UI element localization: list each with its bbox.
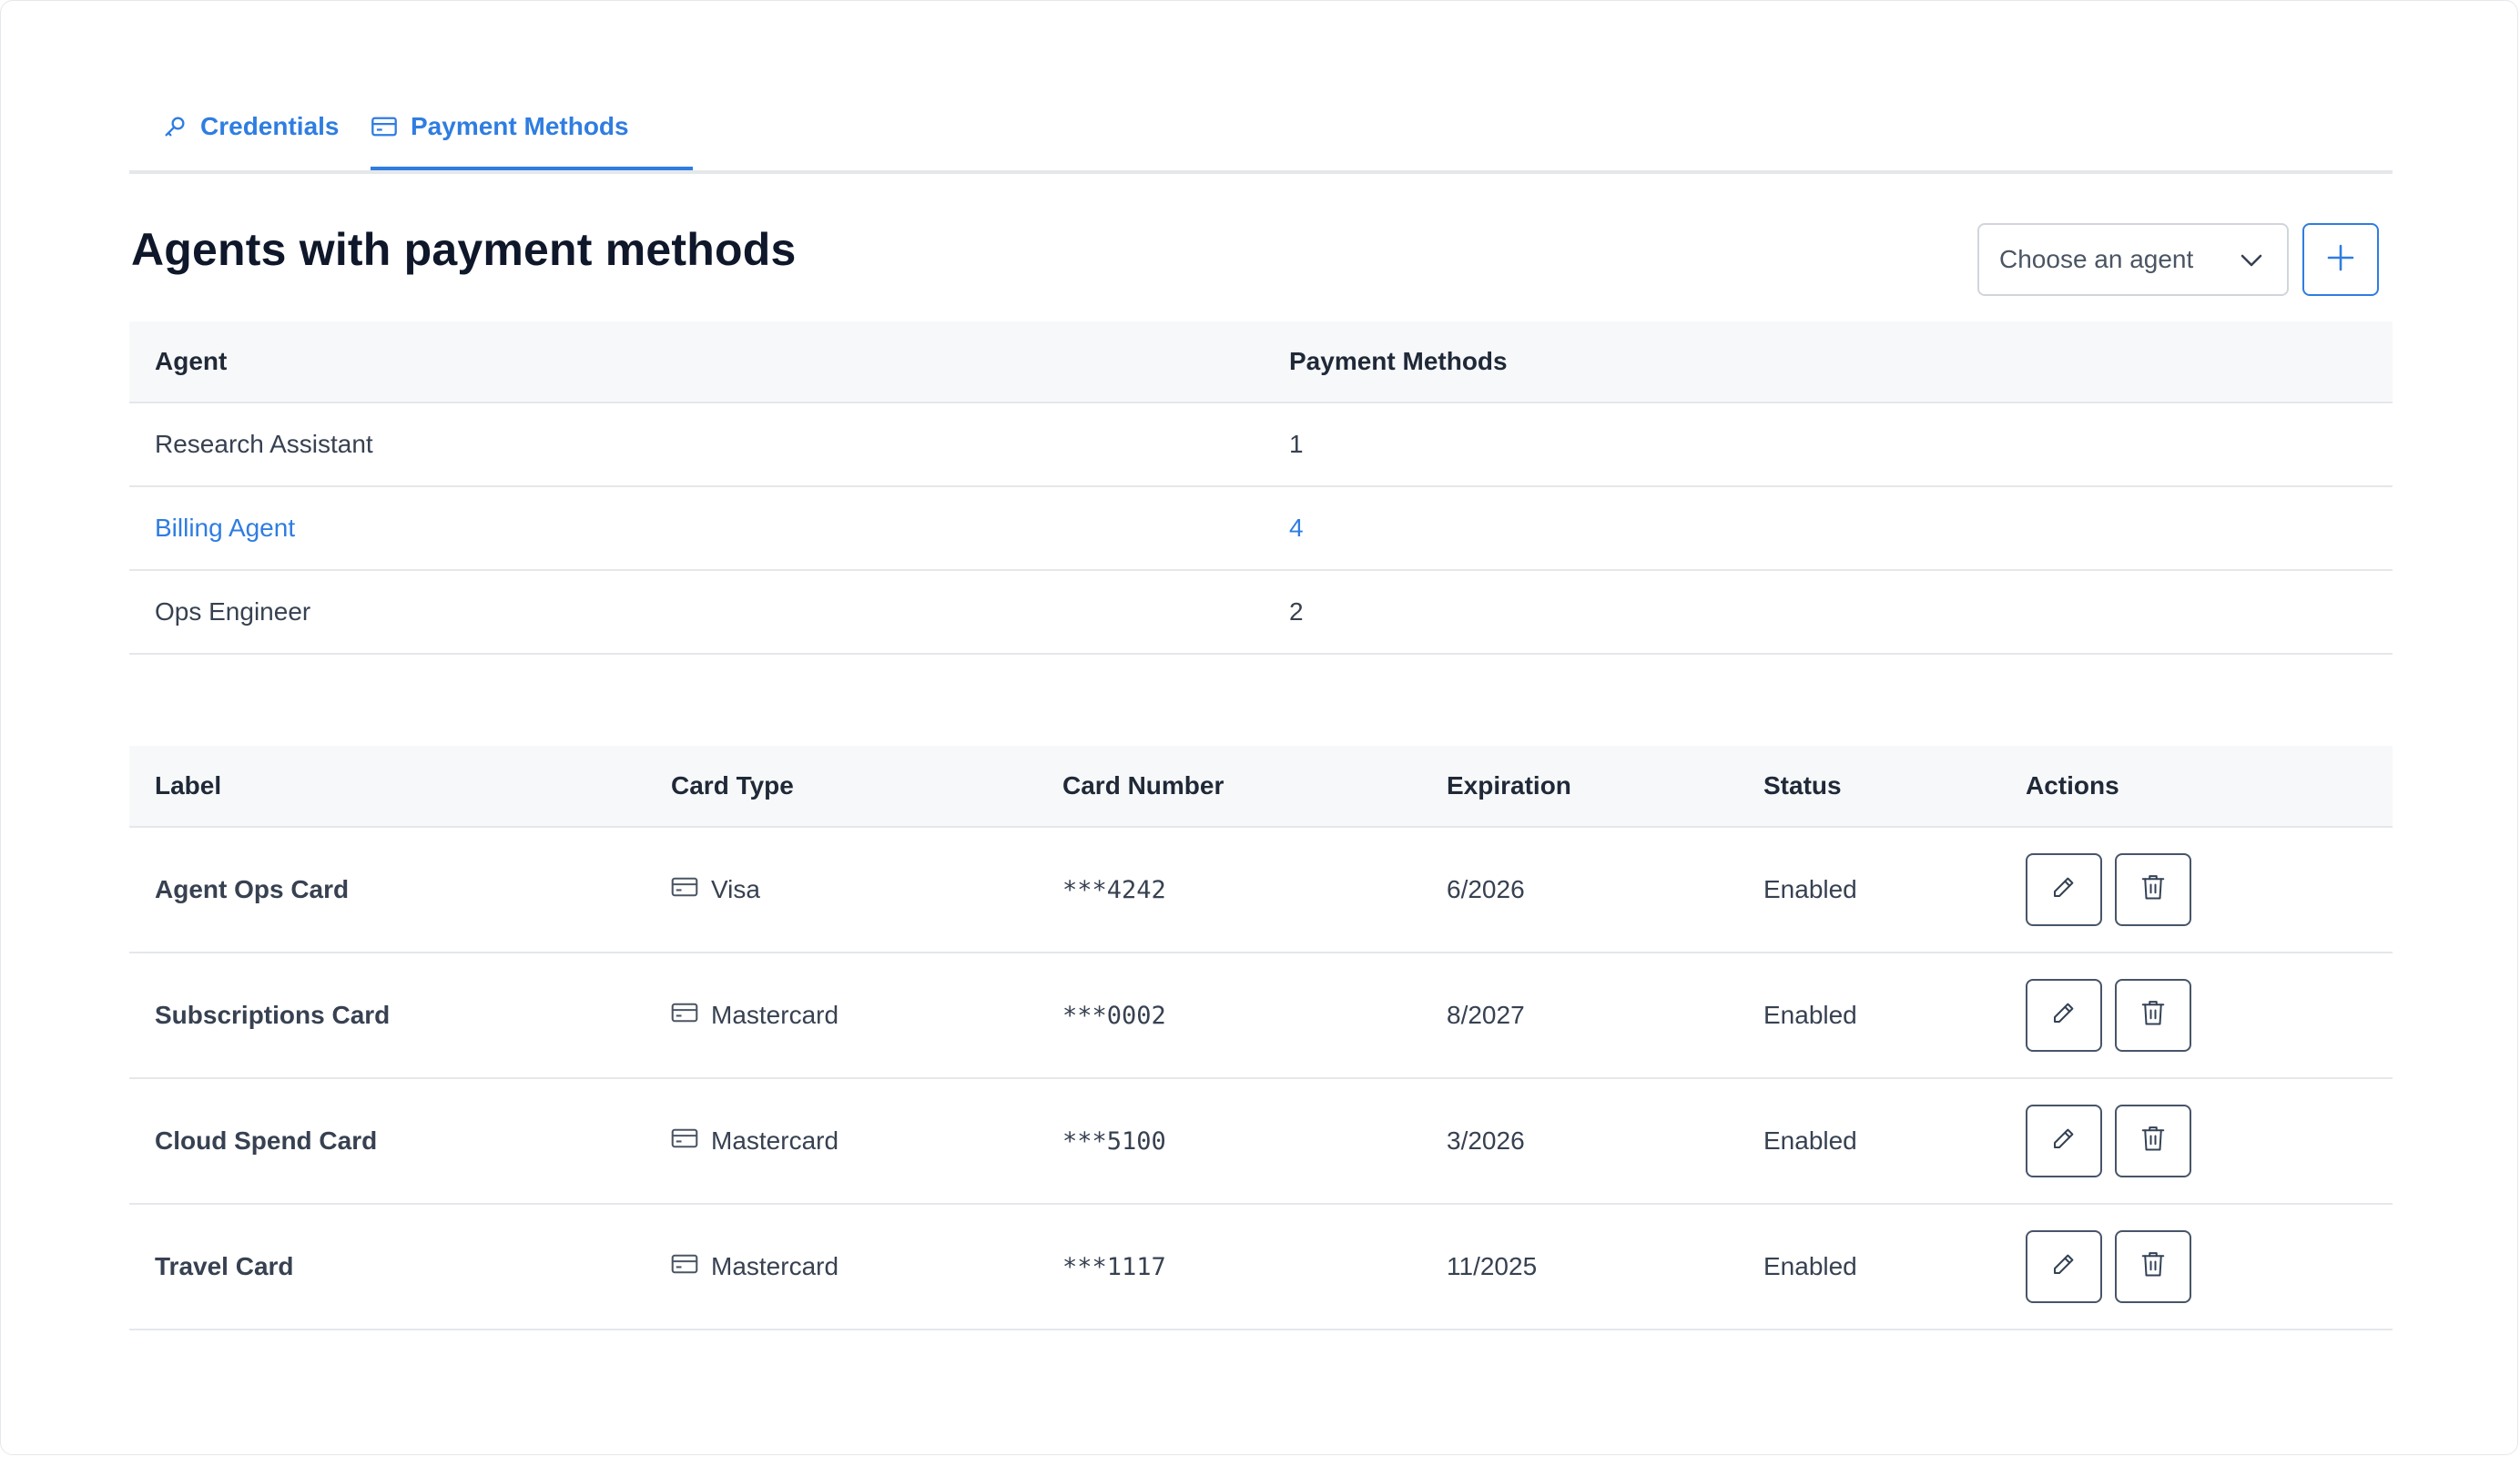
credit-card-icon [671, 1126, 698, 1156]
agent-name: Ops Engineer [129, 570, 1264, 655]
column-header-card-number: Card Number [1037, 746, 1421, 828]
plus-icon [2326, 243, 2355, 277]
card-expiration: 3/2026 [1421, 1078, 1738, 1205]
card-expiration: 11/2025 [1421, 1204, 1738, 1330]
app-frame: Credentials Payment Methods Agents with … [0, 0, 2518, 1455]
actions-cell [2000, 1078, 2393, 1205]
card-expiration: 8/2027 [1421, 953, 1738, 1079]
card-status: Enabled [1738, 953, 2000, 1079]
edit-icon [2050, 1125, 2078, 1158]
table-row: Subscriptions Card Mastercard ***0002 8/… [129, 953, 2393, 1079]
agents-table: Agent Payment Methods Research Assistant… [129, 321, 2393, 655]
card-type-cell: Mastercard [645, 953, 1037, 1079]
card-status: Enabled [1738, 1204, 2000, 1330]
card-label: Cloud Spend Card [129, 1078, 645, 1205]
tab-payment-methods-label: Payment Methods [411, 112, 629, 140]
tab-bar: Credentials Payment Methods [129, 83, 2393, 174]
card-label: Agent Ops Card [129, 827, 645, 953]
table-row: Agent Ops Card Visa ***4242 6/2026 Enabl… [129, 827, 2393, 953]
column-header-card-type: Card Type [645, 746, 1037, 828]
column-header-agent: Agent [129, 321, 1264, 403]
tab-payment-methods[interactable]: Payment Methods [371, 83, 629, 170]
table-row: Cloud Spend Card Mastercard ***5100 3/20… [129, 1078, 2393, 1205]
key-icon [162, 114, 188, 139]
card-status: Enabled [1738, 827, 2000, 953]
agent-select-placeholder: Choose an agent [1999, 245, 2194, 273]
payment-method-count: 4 [1264, 486, 2393, 571]
actions-cell [2000, 1204, 2393, 1330]
delete-button[interactable] [2115, 979, 2191, 1052]
column-header-status: Status [1738, 746, 2000, 828]
edit-button[interactable] [2026, 1230, 2102, 1303]
credit-card-icon [671, 1252, 698, 1281]
edit-icon [2050, 1250, 2078, 1284]
card-type: Mastercard [711, 1001, 839, 1029]
card-type: Mastercard [711, 1126, 839, 1155]
card-status: Enabled [1738, 1078, 2000, 1205]
column-header-payment-methods: Payment Methods [1264, 321, 2393, 403]
tab-credentials-label: Credentials [200, 112, 340, 140]
agent-row-research-assistant[interactable]: Research Assistant 1 [129, 402, 2393, 487]
card-number: ***0002 [1037, 953, 1421, 1079]
column-header-label: Label [129, 746, 645, 828]
trash-icon [2140, 999, 2166, 1033]
delete-button[interactable] [2115, 1230, 2191, 1303]
card-type-cell: Visa [645, 827, 1037, 953]
column-header-actions: Actions [2000, 746, 2393, 828]
actions-cell [2000, 827, 2393, 953]
credit-card-icon [671, 1001, 698, 1030]
page-title: Agents with payment methods [131, 224, 797, 275]
edit-button[interactable] [2026, 979, 2102, 1052]
card-type-cell: Mastercard [645, 1204, 1037, 1330]
credit-card-icon [371, 115, 398, 138]
chevron-down-icon [2240, 245, 2263, 274]
card-label: Travel Card [129, 1204, 645, 1330]
agent-name: Research Assistant [129, 402, 1264, 487]
card-label: Subscriptions Card [129, 953, 645, 1079]
edit-button[interactable] [2026, 853, 2102, 926]
card-expiration: 6/2026 [1421, 827, 1738, 953]
trash-icon [2140, 1250, 2166, 1284]
card-type: Visa [711, 875, 760, 903]
agents-table-header: Agent Payment Methods [129, 321, 2393, 403]
card-number: ***5100 [1037, 1078, 1421, 1205]
agent-name[interactable]: Billing Agent [129, 486, 1264, 571]
edit-button[interactable] [2026, 1105, 2102, 1177]
edit-icon [2050, 873, 2078, 907]
card-number: ***4242 [1037, 827, 1421, 953]
payment-methods-table-header: Label Card Type Card Number Expiration S… [129, 746, 2393, 828]
active-tab-indicator [371, 167, 693, 170]
card-type: Mastercard [711, 1252, 839, 1280]
tab-credentials[interactable]: Credentials [162, 83, 340, 170]
payment-methods-table: Label Card Type Card Number Expiration S… [129, 746, 2393, 1330]
delete-button[interactable] [2115, 853, 2191, 926]
card-number: ***1117 [1037, 1204, 1421, 1330]
actions-cell [2000, 953, 2393, 1079]
trash-icon [2140, 1125, 2166, 1158]
credit-card-icon [671, 875, 698, 904]
trash-icon [2140, 873, 2166, 907]
add-payment-method-button[interactable] [2302, 223, 2379, 296]
payment-method-count: 2 [1264, 570, 2393, 655]
agent-select[interactable]: Choose an agent [1977, 223, 2289, 296]
delete-button[interactable] [2115, 1105, 2191, 1177]
edit-icon [2050, 999, 2078, 1033]
payment-method-count: 1 [1264, 402, 2393, 487]
agent-row-billing-agent[interactable]: Billing Agent 4 [129, 486, 2393, 571]
column-header-expiration: Expiration [1421, 746, 1738, 828]
table-row: Travel Card Mastercard ***1117 11/2025 E… [129, 1204, 2393, 1330]
agent-row-ops-engineer[interactable]: Ops Engineer 2 [129, 570, 2393, 655]
card-type-cell: Mastercard [645, 1078, 1037, 1205]
